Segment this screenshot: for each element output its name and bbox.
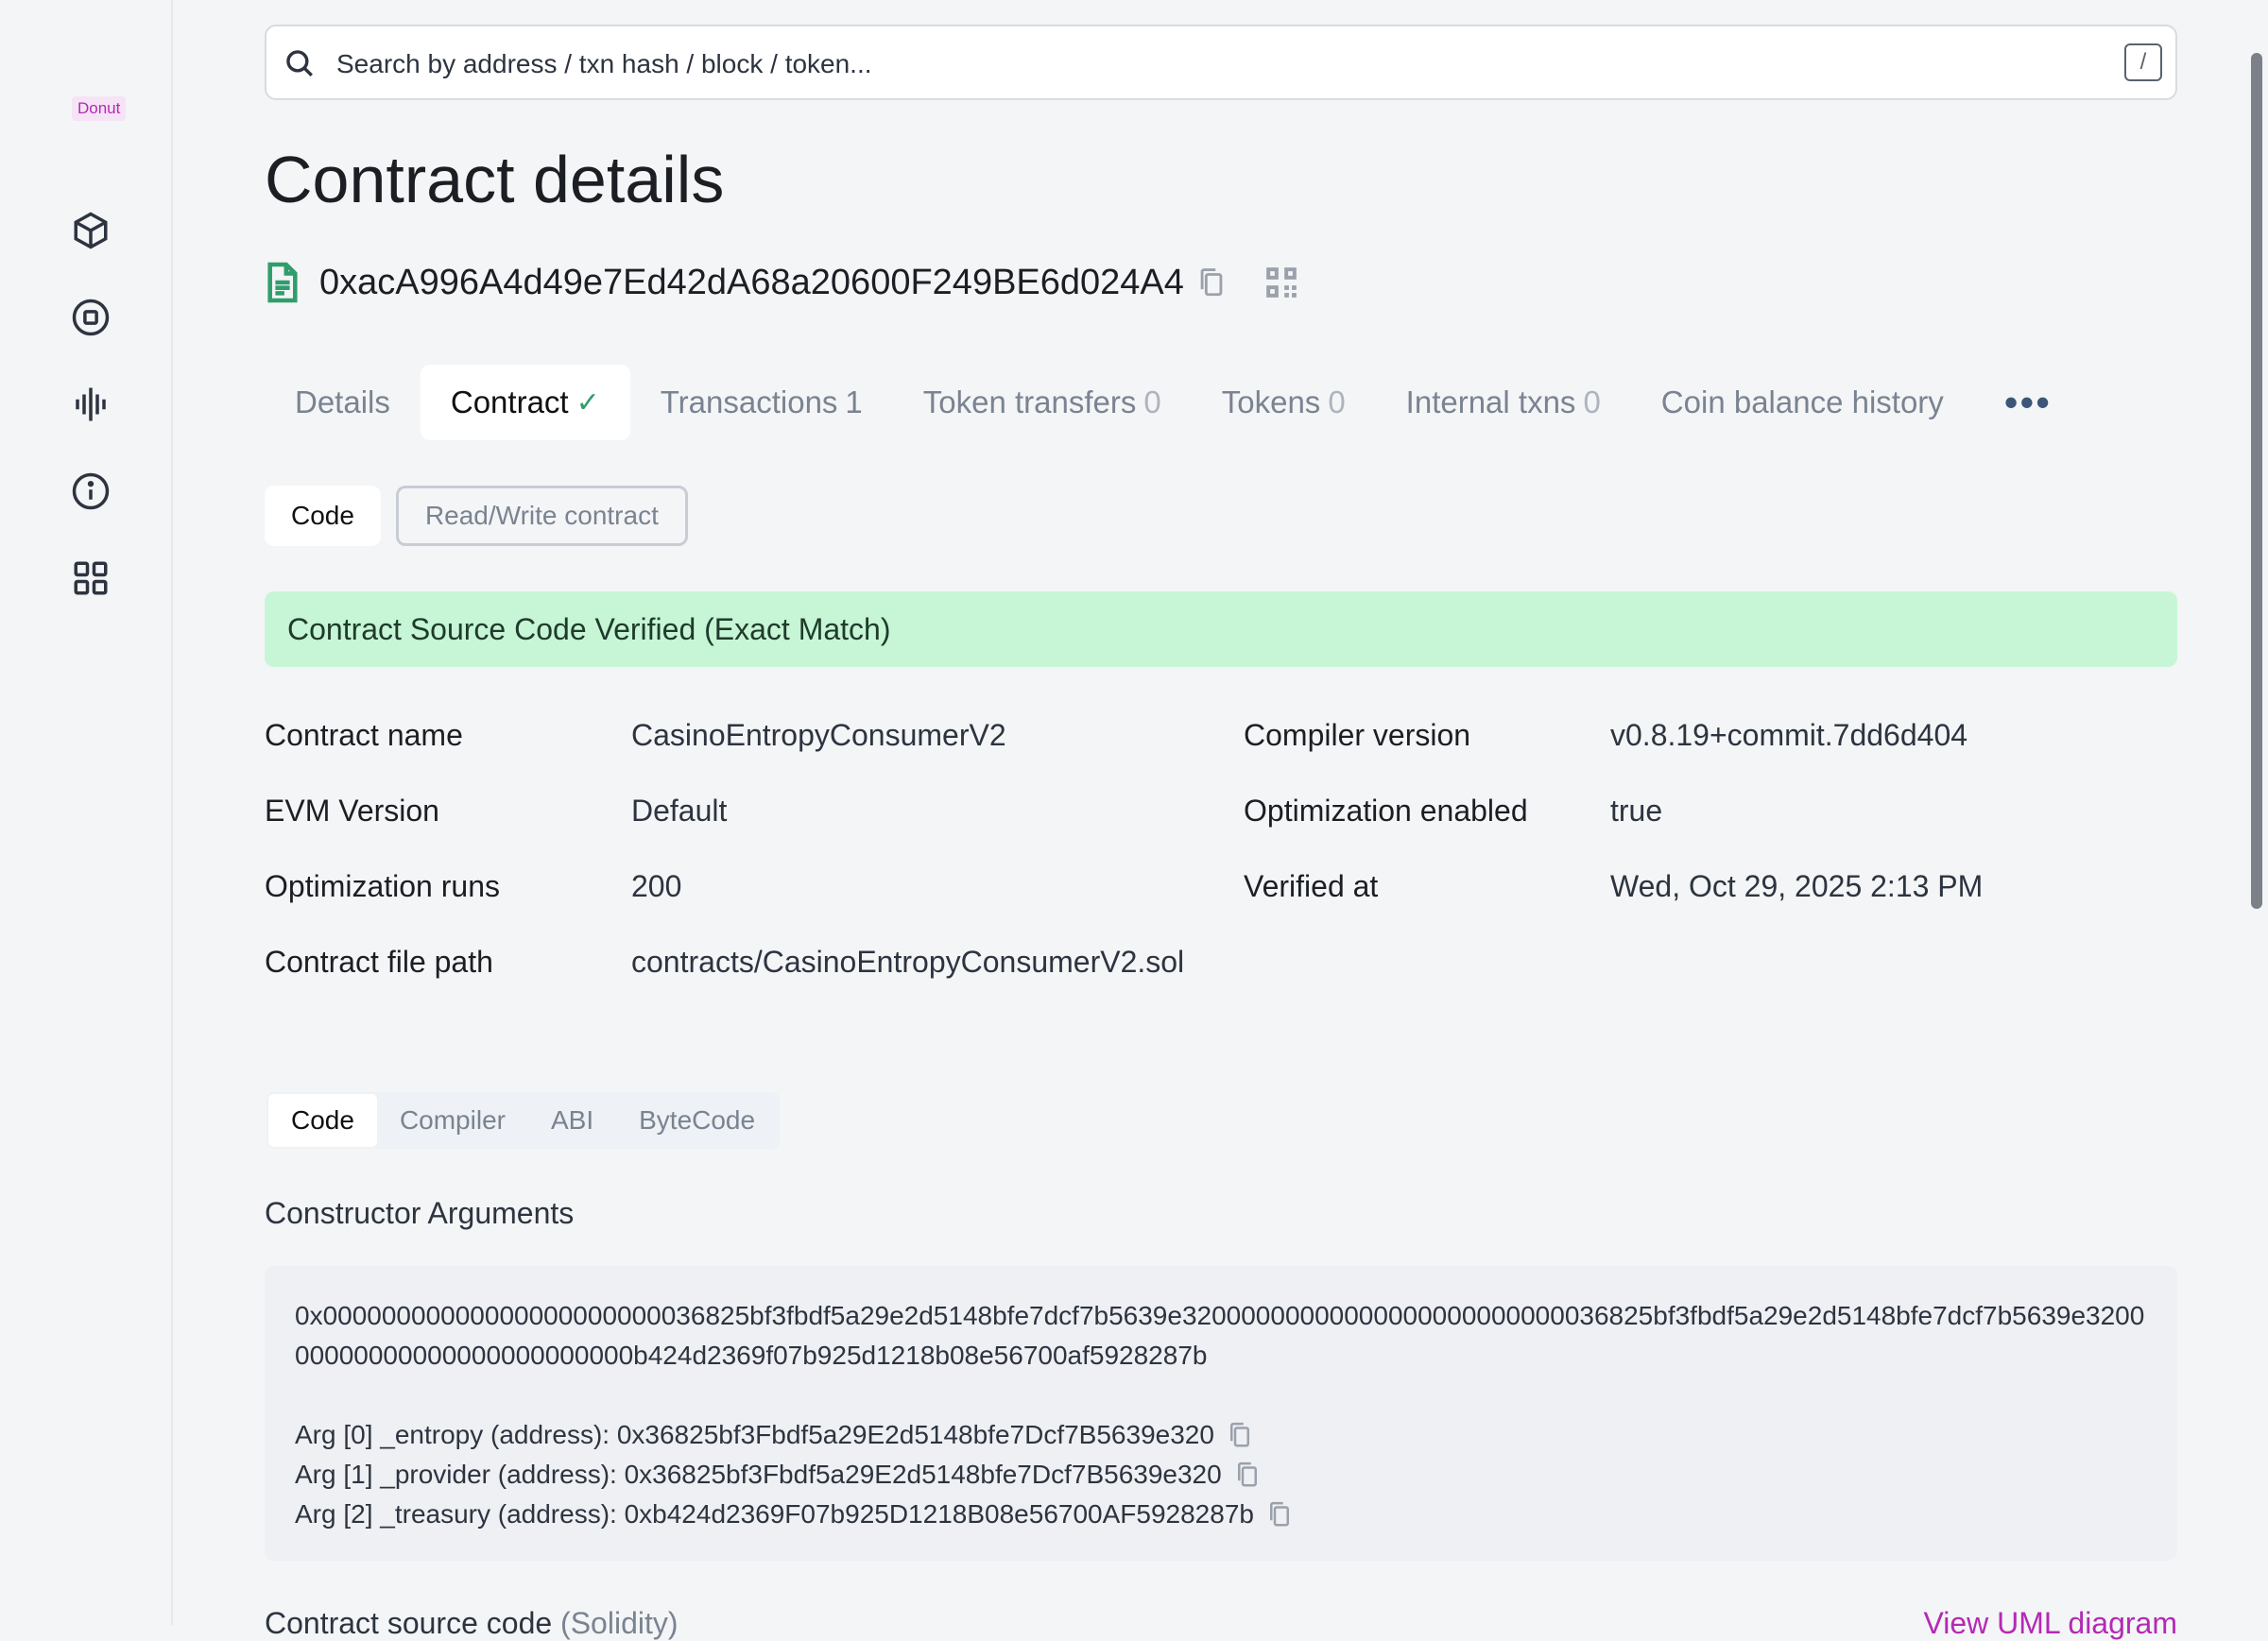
tab-label: Contract xyxy=(450,385,569,419)
search-bar[interactable]: Search by address / txn hash / block / t… xyxy=(265,25,2177,100)
search-shortcut-key: / xyxy=(2124,43,2162,81)
search-input[interactable]: Search by address / txn hash / block / t… xyxy=(336,49,872,79)
contract-subtabs: Code Read/Write contract xyxy=(265,486,688,546)
logo[interactable]: Donut xyxy=(72,96,127,121)
grid-icon[interactable] xyxy=(68,556,113,601)
contract-address: 0xacA996A4d49e7Ed42dA68a20600F249BE6d024… xyxy=(319,262,1184,302)
constructor-arg: Arg [1] _provider (address): 0x36825bf3F… xyxy=(295,1455,2147,1495)
tab-label: Tokens xyxy=(1221,385,1321,419)
verified-banner: Contract Source Code Verified (Exact Mat… xyxy=(265,591,2177,667)
tab-label: Transactions xyxy=(660,385,838,419)
arg-text: Arg [2] _treasury (address): 0xb424d2369… xyxy=(295,1499,1254,1529)
code-tab-code[interactable]: Code xyxy=(268,1094,377,1147)
tab-internal-txns[interactable]: Internal txns 0 xyxy=(1376,365,1631,440)
tab-label: Token transfers xyxy=(922,385,1137,419)
detail-label: Contract file path xyxy=(265,945,493,979)
source-code-title: Contract source code (Solidity) xyxy=(265,1606,679,1641)
subtab-code[interactable]: Code xyxy=(265,486,381,546)
detail-value: 200 xyxy=(631,869,682,903)
stop-circle-icon[interactable] xyxy=(68,295,113,340)
constructor-arguments-box: 0x00000000000000000000000036825bf3fbdf5a… xyxy=(265,1266,2177,1561)
arg-text: Arg [1] _provider (address): 0x36825bf3F… xyxy=(295,1460,1222,1489)
tab-details[interactable]: Details xyxy=(265,365,421,440)
detail-label: Contract name xyxy=(265,718,463,752)
tab-count: 0 xyxy=(1143,385,1161,419)
source-language: (Solidity) xyxy=(560,1606,679,1640)
tab-coin-balance-history[interactable]: Coin balance history xyxy=(1631,365,1974,440)
constructor-arg: Arg [2] _treasury (address): 0xb424d2369… xyxy=(295,1495,2147,1534)
page-title: Contract details xyxy=(265,143,725,216)
search-icon xyxy=(284,47,316,79)
detail-label: Verified at xyxy=(1244,869,1379,903)
qr-code-icon[interactable] xyxy=(1263,265,1299,300)
main-tabs: Details Contract ✓ Transactions 1 Token … xyxy=(265,365,2082,440)
verified-check-icon: ✓ xyxy=(576,386,600,419)
detail-value: CasinoEntropyConsumerV2 xyxy=(631,718,1006,752)
tab-contract[interactable]: Contract ✓ xyxy=(420,365,630,440)
copy-icon[interactable] xyxy=(1197,266,1226,299)
constructor-arguments-title: Constructor Arguments xyxy=(265,1196,575,1230)
tab-transactions[interactable]: Transactions 1 xyxy=(630,365,893,440)
copy-icon[interactable] xyxy=(1267,1500,1292,1529)
tab-count: 1 xyxy=(845,385,863,419)
detail-value: contracts/CasinoEntropyConsumerV2.sol xyxy=(631,945,1185,979)
scrollbar[interactable] xyxy=(2251,53,2262,909)
address-row: 0xacA996A4d49e7Ed42dA68a20600F249BE6d024… xyxy=(265,257,1299,308)
detail-label: Optimization enabled xyxy=(1244,794,1528,828)
copy-icon[interactable] xyxy=(1228,1421,1252,1449)
code-tabs: Code Compiler ABI ByteCode xyxy=(266,1092,781,1149)
contract-document-icon xyxy=(265,261,301,304)
more-tabs-icon[interactable]: ••• xyxy=(1974,380,2082,425)
tab-label: Coin balance history xyxy=(1660,385,1944,419)
tab-tokens[interactable]: Tokens 0 xyxy=(1192,365,1376,440)
info-icon[interactable] xyxy=(68,469,113,514)
constructor-hex: 0x00000000000000000000000036825bf3fbdf5a… xyxy=(295,1301,2145,1370)
detail-label: Optimization runs xyxy=(265,869,500,903)
tab-count: 0 xyxy=(1328,385,1346,419)
detail-value: Default xyxy=(631,794,728,828)
tab-label: Internal txns xyxy=(1405,385,1576,419)
detail-label: EVM Version xyxy=(265,794,439,828)
waveform-icon[interactable] xyxy=(68,382,113,427)
code-tab-bytecode[interactable]: ByteCode xyxy=(616,1094,778,1147)
tab-count: 0 xyxy=(1583,385,1601,419)
cube-icon[interactable] xyxy=(68,208,113,253)
tab-token-transfers[interactable]: Token transfers 0 xyxy=(893,365,1192,440)
code-tab-compiler[interactable]: Compiler xyxy=(377,1094,528,1147)
tab-label: Details xyxy=(295,385,390,419)
arg-text: Arg [0] _entropy (address): 0x36825bf3Fb… xyxy=(295,1420,1214,1449)
copy-icon[interactable] xyxy=(1235,1461,1260,1489)
detail-value: v0.8.19+commit.7dd6d404 xyxy=(1610,718,1968,752)
detail-value: true xyxy=(1610,794,1663,828)
constructor-arg: Arg [0] _entropy (address): 0x36825bf3Fb… xyxy=(295,1415,2147,1455)
source-title-text: Contract source code xyxy=(265,1606,553,1640)
detail-label: Compiler version xyxy=(1244,718,1471,752)
sidebar: Donut xyxy=(0,0,173,1625)
subtab-read-write-contract[interactable]: Read/Write contract xyxy=(395,486,688,546)
code-tab-abi[interactable]: ABI xyxy=(528,1094,616,1147)
view-uml-diagram-link[interactable]: View UML diagram xyxy=(1923,1606,2177,1641)
detail-value: Wed, Oct 29, 2025 2:13 PM xyxy=(1610,869,1984,903)
